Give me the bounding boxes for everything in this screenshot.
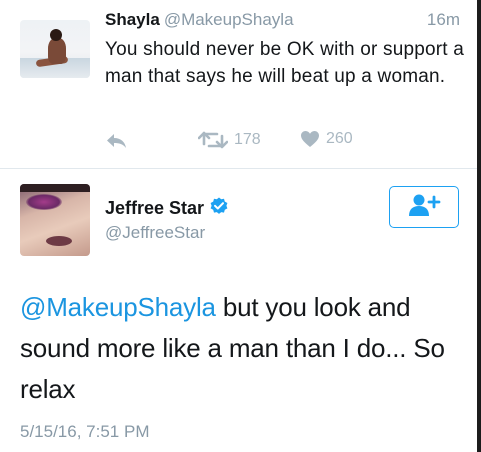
tweet-header: Shayla @MakeupShayla [105,10,294,30]
screen-edge [477,0,481,452]
avatar-figure-head [50,29,62,41]
avatar[interactable] [20,184,90,256]
tweet-text: You should never be OK with or support a… [105,39,465,87]
display-name[interactable]: Jeffree Star [105,198,204,219]
tweet-text: @MakeupShayla but you look and sound mor… [20,287,460,410]
tweet-timestamp[interactable]: 5/15/16, 7:51 PM [20,422,149,442]
tweet-time[interactable]: 16m [427,10,460,30]
reply-icon [106,132,128,150]
avatar-hair [20,184,90,192]
retweet-count: 178 [234,131,261,148]
reply-tweet[interactable]: Shayla @MakeupShayla 16m You should never… [0,0,477,169]
retweet-button[interactable]: 178 [198,130,261,150]
like-button[interactable]: 260 [300,130,353,148]
display-name-row: Jeffree Star [105,197,228,220]
verified-badge-icon [210,197,228,220]
avatar-lips [46,236,72,246]
retweet-icon [198,130,228,150]
add-user-icon [407,193,441,222]
follow-button[interactable] [389,186,459,228]
avatar[interactable] [20,20,90,78]
avatar-eyeshadow [26,194,62,210]
reply-button[interactable] [106,132,128,150]
display-name[interactable]: Shayla [105,10,160,29]
mention-link[interactable]: @MakeupShayla [20,292,216,322]
user-handle[interactable]: @JeffreeStar [105,223,205,243]
like-count: 260 [326,130,353,147]
avatar-figure-body [48,38,66,64]
tweet-actions: 178 260 [0,128,477,154]
heart-icon [300,130,320,148]
user-handle[interactable]: @MakeupShayla [164,10,294,29]
